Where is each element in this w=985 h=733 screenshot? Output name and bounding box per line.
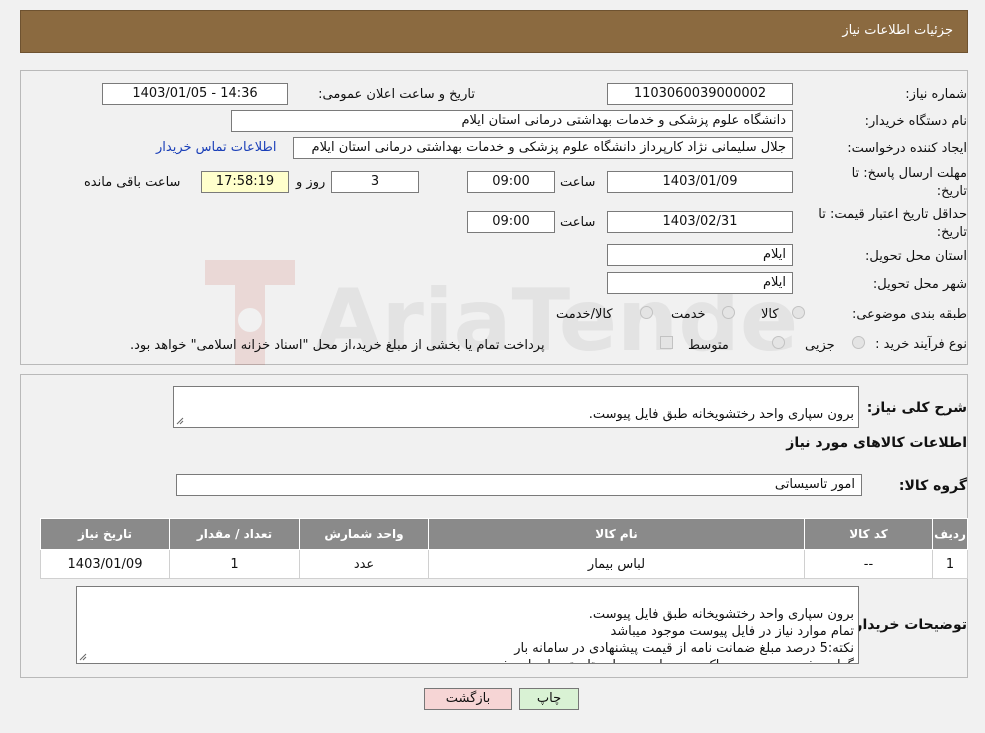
creator-label: ایجاد کننده درخواست: [847,141,967,156]
col-name-header: نام کالا [428,518,805,550]
validity-date-field: 1403/02/31 [607,211,793,233]
goods-group-label: گروه کالا: [898,478,967,494]
creator-field: جلال سلیمانی نژاد کارپرداز دانشگاه علوم … [293,137,793,159]
province-label: استان محل تحویل: [865,249,967,264]
goods-table-wrap: ردیف کد کالا نام کالا واحد شمارش تعداد /… [40,518,968,579]
validity-label: حداقل تاریخ اعتبار قیمت: تا [818,207,967,222]
row-name-cell: لباس بیمار [428,549,805,579]
category-label: طبقه بندی موضوعی: [851,307,967,322]
col-qty-header: تعداد / مقدار [169,518,300,550]
row-index-cell: 1 [932,549,968,579]
treasury-payment-checkbox[interactable] [660,336,673,349]
deadline-label-date: تاریخ: [936,184,967,199]
process-minor-radio[interactable] [852,336,865,349]
deadline-time-field: 09:00 [467,171,555,193]
goods-group-field: امور تاسیساتی [176,474,862,496]
resize-grip-icon[interactable] [79,653,87,661]
goods-table: ردیف کد کالا نام کالا واحد شمارش تعداد /… [40,518,968,579]
description-field: برون سپاری واحد رختشویخانه طبق فایل پیوس… [173,386,859,428]
buyer-contact-link[interactable]: اطلاعات تماس خریدار [156,140,276,155]
resize-grip-icon[interactable] [176,417,184,425]
description-text: برون سپاری واحد رختشویخانه طبق فایل پیوس… [588,407,854,422]
buyer-org-field: دانشگاه علوم پزشکی و خدمات بهداشتی درمان… [231,110,793,132]
category-service-radio[interactable] [722,306,735,319]
remaining-days-field: 3 [331,171,419,193]
process-medium-label: متوسط [688,338,729,353]
row-date-cell: 1403/01/09 [40,549,170,579]
description-label: شرح کلی نیاز: [866,400,967,416]
category-service-label: خدمت [671,307,706,322]
need-number-label: شماره نیاز: [905,87,967,102]
announce-datetime-field: 1403/01/05 - 14:36 [102,83,288,105]
page-header: جزئیات اطلاعات نیاز [20,10,968,53]
row-code-cell: -- [804,549,933,579]
validity-time-label: ساعت [560,215,596,230]
treasury-payment-note: پرداخت تمام یا بخشی از مبلغ خرید،از محل … [130,338,545,353]
province-field: ایلام [607,244,793,266]
col-code-header: کد کالا [804,518,933,550]
goods-table-header: ردیف کد کالا نام کالا واحد شمارش تعداد /… [40,518,968,550]
col-row-header: ردیف [932,518,968,550]
row-unit-cell: عدد [299,549,429,579]
days-label: روز و [296,175,326,190]
buyer-notes-text: برون سپاری واحد رختشویخانه طبق فایل پیوس… [484,607,854,663]
buyer-org-label: نام دستگاه خریدار: [864,114,967,129]
deadline-date-field: 1403/01/09 [607,171,793,193]
category-goods-service-radio[interactable] [640,306,653,319]
validity-label-date: تاریخ: [936,225,967,240]
process-minor-label: جزیی [805,338,835,353]
goods-info-title: اطلاعات کالاهای مورد نیاز [786,435,967,451]
need-number-field: 1103060039000002 [607,83,793,105]
announce-label: تاریخ و ساعت اعلان عمومی: [318,87,475,102]
category-goods-label: کالا [761,307,779,322]
buyer-notes-label: توضیحات خریدار: [848,617,967,633]
print-button[interactable]: چاپ [519,688,579,710]
col-unit-header: واحد شمارش [299,518,429,550]
process-label: نوع فرآیند خرید : [875,337,967,352]
city-label: شهر محل تحویل: [872,277,967,292]
buyer-notes-field: برون سپاری واحد رختشویخانه طبق فایل پیوس… [76,586,859,664]
deadline-time-label: ساعت [560,175,596,190]
category-goods-radio[interactable] [792,306,805,319]
remaining-time-field: 17:58:19 [201,171,289,193]
page-title: جزئیات اطلاعات نیاز [842,23,953,38]
table-row: 1 -- لباس بیمار عدد 1 1403/01/09 [40,549,968,579]
category-goods-service-label: کالا/خدمت [556,307,613,322]
process-medium-radio[interactable] [772,336,785,349]
validity-time-field: 09:00 [467,211,555,233]
row-qty-cell: 1 [169,549,300,579]
deadline-label: مهلت ارسال پاسخ: تا [851,166,967,181]
remaining-label: ساعت باقی مانده [84,175,181,190]
back-button[interactable]: بازگشت [424,688,512,710]
city-field: ایلام [607,272,793,294]
col-date-header: تاریخ نیاز [40,518,170,550]
